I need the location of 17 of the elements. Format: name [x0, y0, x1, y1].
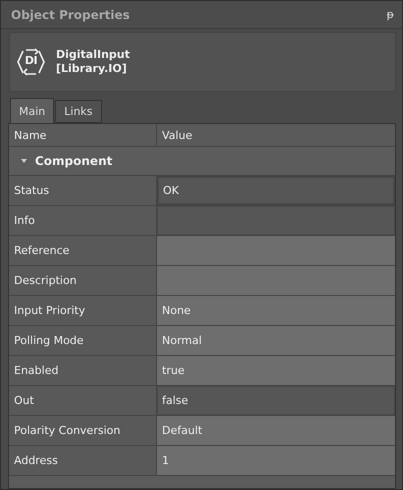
property-value: OK	[157, 176, 395, 205]
property-value[interactable]: true	[157, 356, 395, 385]
property-value[interactable]: 1	[157, 446, 395, 475]
property-value[interactable]: Normal	[157, 326, 395, 355]
property-value: false	[157, 386, 395, 415]
property-value[interactable]: Default	[157, 416, 395, 445]
group-label: Component	[35, 154, 112, 168]
property-value[interactable]	[157, 266, 395, 295]
property-value[interactable]: None	[157, 296, 395, 325]
pin-button[interactable]: ᵽ	[384, 8, 396, 21]
panel-title: Object Properties	[11, 8, 130, 22]
expand-icon[interactable]	[21, 159, 27, 163]
tab[interactable]: Links	[55, 100, 102, 123]
object-name: DigitalInput	[56, 48, 130, 62]
property-value[interactable]	[157, 236, 395, 265]
tab[interactable]: Main	[10, 98, 54, 123]
object-library: [Library.IO]	[56, 62, 128, 76]
